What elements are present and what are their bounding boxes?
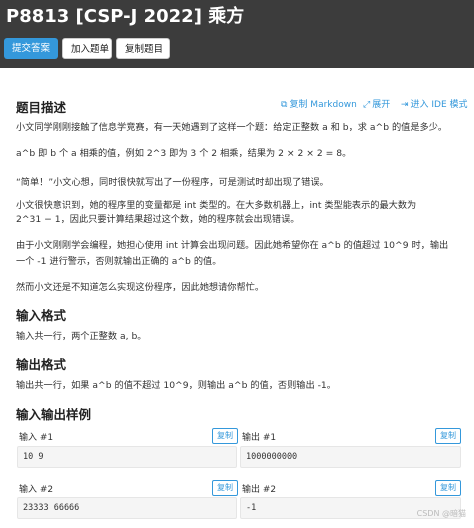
problem-header: P8813 [CSP-J 2022] 乘方 提交答案 加入题单 复制题目 [0, 0, 474, 68]
desc-paragraph-5b: 一个 -1 进行警示，否则就输出正确的 a^b 的值。 [16, 256, 222, 267]
sample-2-output-copy-button[interactable]: 复制 [435, 480, 461, 496]
input-format-text: 输入共一行，两个正整数 a, b。 [16, 331, 147, 342]
add-to-list-button[interactable]: 加入题单 [62, 38, 112, 59]
sample-2-input[interactable]: 23333 66666 [17, 497, 237, 519]
input-format-heading: 输入格式 [16, 308, 67, 323]
sample-1-input-copy-button[interactable]: 复制 [212, 428, 238, 444]
submit-answer-button[interactable]: 提交答案 [4, 38, 58, 59]
sample-1-output-label: 输出 #1 [242, 433, 277, 443]
sample-1-input[interactable]: 10 9 [17, 446, 237, 468]
desc-paragraph-6: 然而小文还是不知道怎么实现这份程序，因此她想请你帮忙。 [16, 282, 265, 293]
output-format-heading: 输出格式 [16, 357, 67, 372]
desc-paragraph-3: “简单！”小文心想，同时很快就写出了一份程序，可是测试时却出现了错误。 [16, 177, 329, 188]
samples-heading: 输入输出样例 [16, 407, 92, 422]
problem-title: P8813 [CSP-J 2022] 乘方 [6, 6, 245, 27]
copy-problem-button[interactable]: 复制题目 [116, 38, 170, 59]
desc-paragraph-2: a^b 即 b 个 a 相乘的值，例如 2^3 即为 3 个 2 相乘，结果为 … [16, 148, 352, 159]
copy-markdown-link[interactable]: ⧉ 复制 Markdown [281, 97, 357, 110]
desc-paragraph-4a: 小文很快意识到，她的程序里的变量都是 int 类型的。在大多数机器上，int 类… [16, 200, 417, 211]
copy-icon: ⧉ [281, 100, 288, 110]
sample-1-output[interactable]: 1000000000 [240, 446, 461, 468]
expand-link[interactable]: ⤢ 展开 [363, 97, 390, 110]
sample-2-input-copy-button[interactable]: 复制 [212, 480, 238, 496]
desc-paragraph-4b: 2^31 − 1，因此只要计算结果超过这个数，她的程序就会出现错误。 [16, 214, 300, 225]
output-format-text: 输出共一行，如果 a^b 的值不超过 10^9，则输出 a^b 的值，否则输出 … [16, 380, 336, 391]
desc-paragraph-1: 小文同学刚刚接触了信息学竞赛，有一天她遇到了这样一个题：给定正整数 a 和 b，… [16, 122, 448, 133]
expand-icon: ⤢ [363, 100, 371, 110]
description-heading: 题目描述 [16, 100, 67, 115]
sample-1-output-copy-button[interactable]: 复制 [435, 428, 461, 444]
desc-paragraph-5a: 由于小文刚刚学会编程，她担心使用 int 计算会出现问题。因此她希望你在 a^b… [16, 240, 449, 251]
ide-icon: ⇥ [401, 100, 409, 110]
sample-2-input-label: 输入 #2 [19, 485, 54, 495]
ide-mode-link[interactable]: ⇥ 进入 IDE 模式 [401, 97, 468, 110]
sample-1-input-label: 输入 #1 [19, 433, 54, 443]
sample-2-output-label: 输出 #2 [242, 485, 277, 495]
watermark: CSDN @暗猫 [416, 509, 466, 518]
